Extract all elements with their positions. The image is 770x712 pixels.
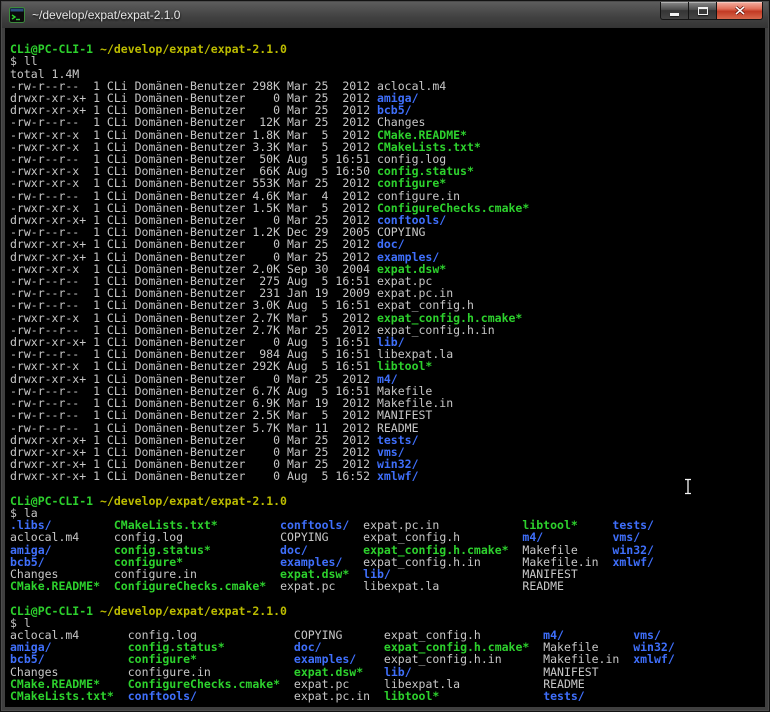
file-name: README (522, 579, 564, 594)
maximize-icon (697, 6, 708, 15)
file-name: libtool* (383, 688, 440, 703)
minimize-icon (670, 12, 679, 16)
file-name: conftools/ (127, 688, 197, 703)
ibeam-mouse-cursor (685, 478, 691, 495)
prompt-path: ~/develop/expat/expat-2.1.0 (100, 493, 287, 508)
window-controls (660, 2, 763, 20)
file-name: tests/ (543, 688, 585, 703)
file-name: libexpat.la (363, 579, 440, 594)
terminal-line: CMake.README* ConfigureChecks.cmake* exp… (10, 580, 765, 592)
close-icon (734, 6, 745, 15)
titlebar[interactable]: ~/develop/expat/expat-2.1.0 (2, 2, 768, 28)
terminal-line: CLi@PC-CLI-1 ~/develop/expat/expat-2.1.0 (10, 495, 765, 507)
file-name: xmlwf/ (612, 554, 654, 569)
terminal-line: drwxr-xr-x+ 1 CLi Domänen-Benutzer 0 Aug… (10, 470, 765, 482)
file-name: CMakeLists.txt* (10, 688, 114, 703)
terminal-line: $ ll (10, 55, 765, 67)
terminal-output: CLi@PC-CLI-1 ~/develop/expat/expat-2.1.0… (10, 31, 765, 702)
window-title: ~/develop/expat/expat-2.1.0 (32, 8, 181, 22)
terminal-window: ~/develop/expat/expat-2.1.0 CLi@PC-CLI-1… (0, 0, 770, 712)
ll-entry-meta: drwxr-xr-x+ 1 CLi Domänen-Benutzer 0 Aug… (10, 469, 377, 484)
file-name: xmlwf/ (633, 652, 675, 667)
prompt-path: ~/develop/expat/expat-2.1.0 (100, 603, 287, 618)
minimize-button[interactable] (660, 2, 689, 20)
file-name: CMake.README* (10, 579, 101, 594)
file-name: expat.pc.in (293, 688, 371, 703)
terminal-line: CLi@PC-CLI-1 ~/develop/expat/expat-2.1.0 (10, 43, 765, 55)
maximize-button[interactable] (689, 2, 717, 20)
terminal[interactable]: CLi@PC-CLI-1 ~/develop/expat/expat-2.1.0… (5, 28, 765, 707)
terminal-line: CLi@PC-CLI-1 ~/develop/expat/expat-2.1.0 (10, 603, 765, 618)
prompt-path: ~/develop/expat/expat-2.1.0 (100, 42, 287, 57)
mintty-app-icon (9, 7, 25, 23)
file-name: ConfigureChecks.cmake* (113, 579, 267, 594)
file-name: xmlwf/ (376, 469, 419, 484)
terminal-line: CMakeLists.txt* conftools/ expat.pc.in l… (10, 690, 765, 702)
close-button[interactable] (717, 2, 763, 20)
file-name: expat.pc (280, 579, 336, 594)
